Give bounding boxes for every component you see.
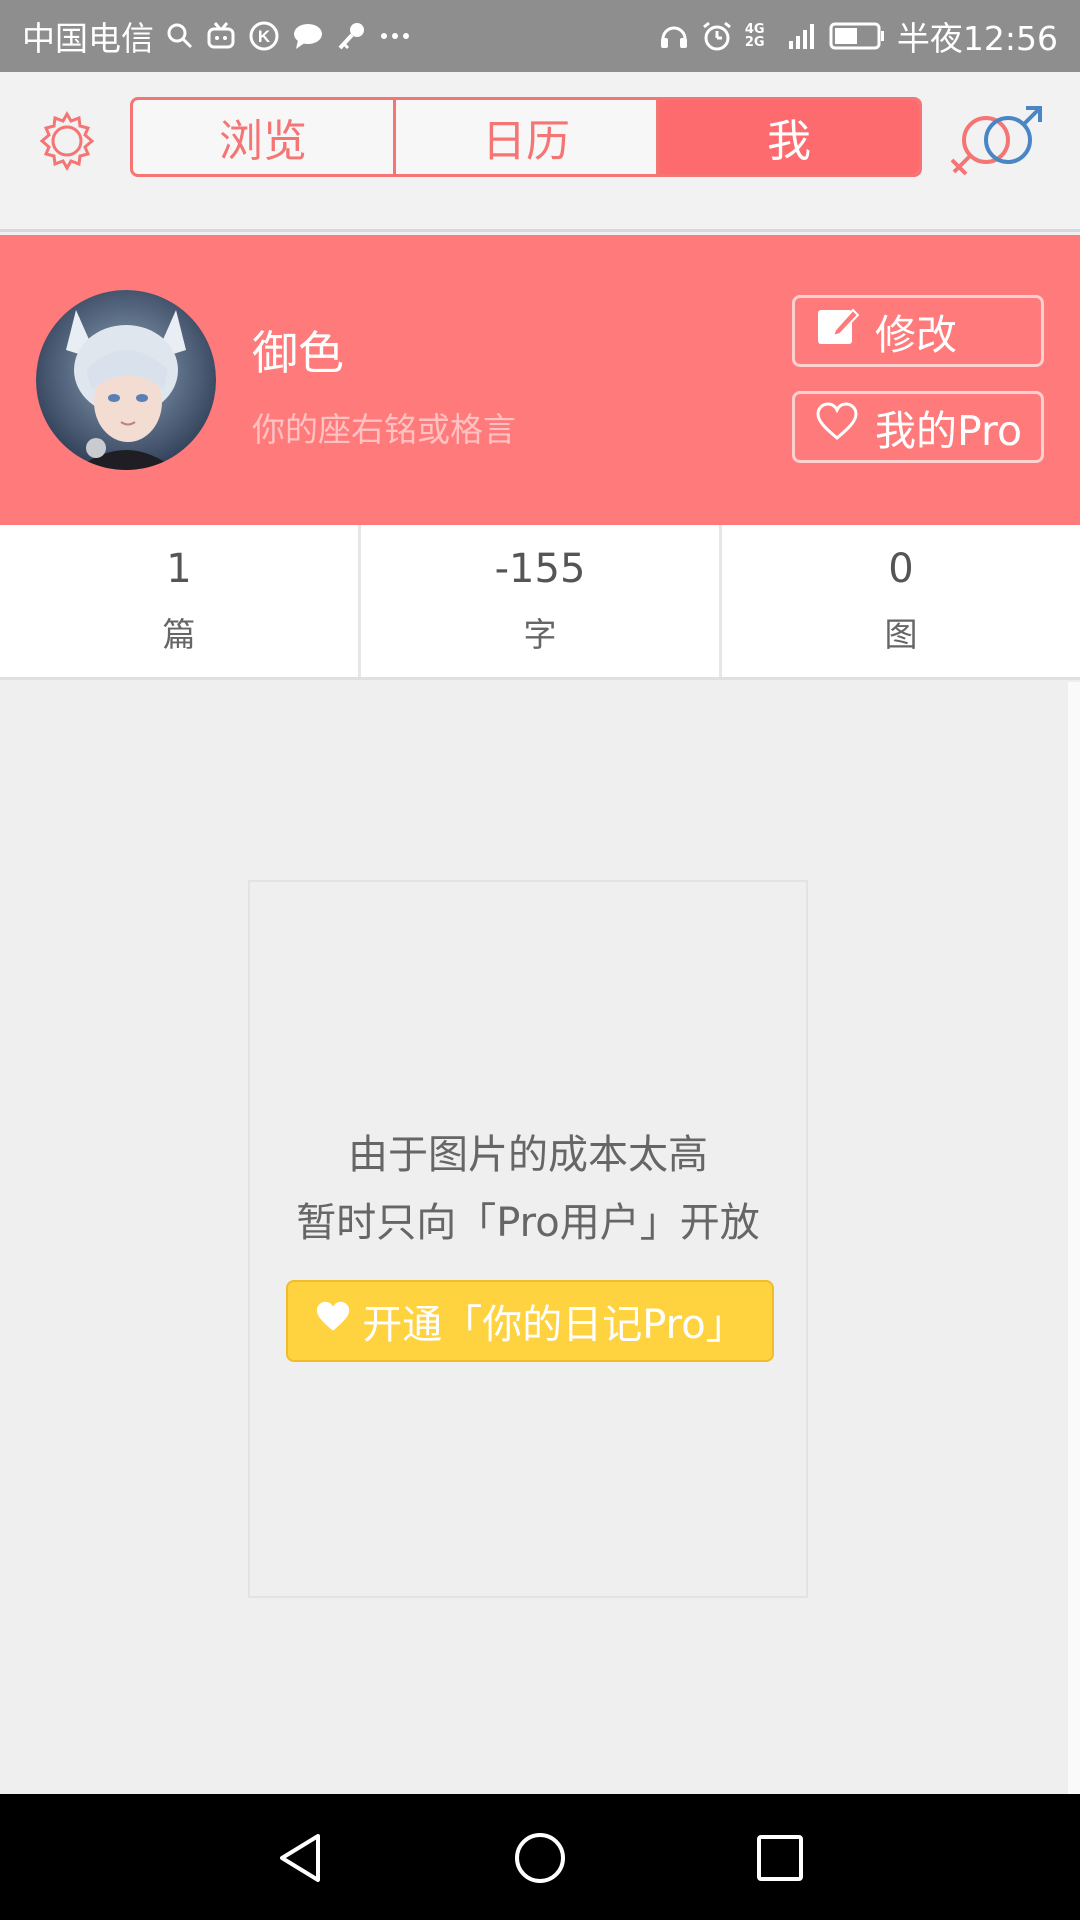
battery-icon [829, 21, 885, 51]
k-circle-icon: K [248, 20, 280, 52]
system-nav-bar [0, 1794, 1080, 1920]
nav-recent-icon[interactable] [752, 1830, 808, 1886]
upgrade-pro-label: 开通「你的日记Pro」 [362, 1302, 746, 1348]
nav-back-icon[interactable] [272, 1830, 328, 1886]
profile-banner: 御色 你的座右铭或格言 修改 我的Pro [0, 235, 1080, 525]
heart-icon [815, 402, 859, 452]
search-icon [166, 22, 194, 50]
alarm-icon [701, 20, 733, 52]
stat-images[interactable]: 0 图 [722, 525, 1080, 677]
edit-profile-button[interactable]: 修改 [792, 295, 1044, 367]
tab-me[interactable]: 我 [659, 100, 919, 174]
nav-home-icon[interactable] [512, 1830, 568, 1886]
carrier-label: 中国电信 [22, 19, 154, 58]
tab-bar: 浏览 日历 我 [130, 97, 922, 177]
status-right: 4G 2G 半夜12:56 [659, 12, 1058, 60]
edit-label: 修改 [875, 311, 957, 359]
status-left: 中国电信 K [22, 12, 410, 60]
heart-icon [314, 1298, 352, 1344]
more-dots-icon [380, 31, 410, 41]
motto-field[interactable]: 你的座右铭或格言 [252, 403, 516, 451]
stat-words-value: -155 [494, 546, 586, 592]
gear-icon[interactable] [34, 108, 100, 174]
promo-line-2: 暂时只向「Pro用户」开放 [296, 1200, 760, 1246]
stat-posts-label: 篇 [162, 615, 196, 654]
edit-icon [815, 304, 860, 358]
stats-bar: 1 篇 -155 字 0 图 [0, 525, 1080, 680]
stat-words[interactable]: -155 字 [361, 525, 722, 677]
network-type: 4G 2G [744, 22, 765, 50]
promo-line-1: 由于图片的成本太高 [348, 1132, 708, 1178]
stat-images-value: 0 [888, 546, 914, 592]
tab-calendar[interactable]: 日历 [396, 100, 659, 174]
gender-icon[interactable] [948, 102, 1048, 182]
stat-posts[interactable]: 1 篇 [0, 525, 361, 677]
username: 御色 [252, 326, 344, 380]
top-header: 浏览 日历 我 [0, 72, 1080, 232]
signal-icon [787, 21, 817, 51]
pro-promo-card: 由于图片的成本太高 暂时只向「Pro用户」开放 开通「你的日记Pro」 [248, 880, 808, 1598]
tab-browse[interactable]: 浏览 [133, 100, 396, 174]
chat-bubble-icon [292, 22, 324, 50]
svg-text:K: K [258, 27, 271, 46]
key-icon [336, 20, 368, 52]
my-pro-label: 我的Pro [875, 407, 1023, 455]
avatar[interactable] [36, 290, 216, 470]
tv-icon [206, 22, 236, 50]
headset-icon [659, 21, 689, 51]
status-bar: 中国电信 K 4G 2G 半夜12:56 [0, 0, 1080, 72]
my-pro-button[interactable]: 我的Pro [792, 391, 1044, 463]
scroll-strip [1068, 682, 1080, 1794]
stat-posts-value: 1 [166, 546, 192, 592]
clock-label: 半夜12:56 [896, 19, 1058, 58]
upgrade-pro-button[interactable]: 开通「你的日记Pro」 [286, 1280, 774, 1362]
stat-images-label: 图 [884, 615, 918, 654]
stat-words-label: 字 [523, 615, 557, 654]
